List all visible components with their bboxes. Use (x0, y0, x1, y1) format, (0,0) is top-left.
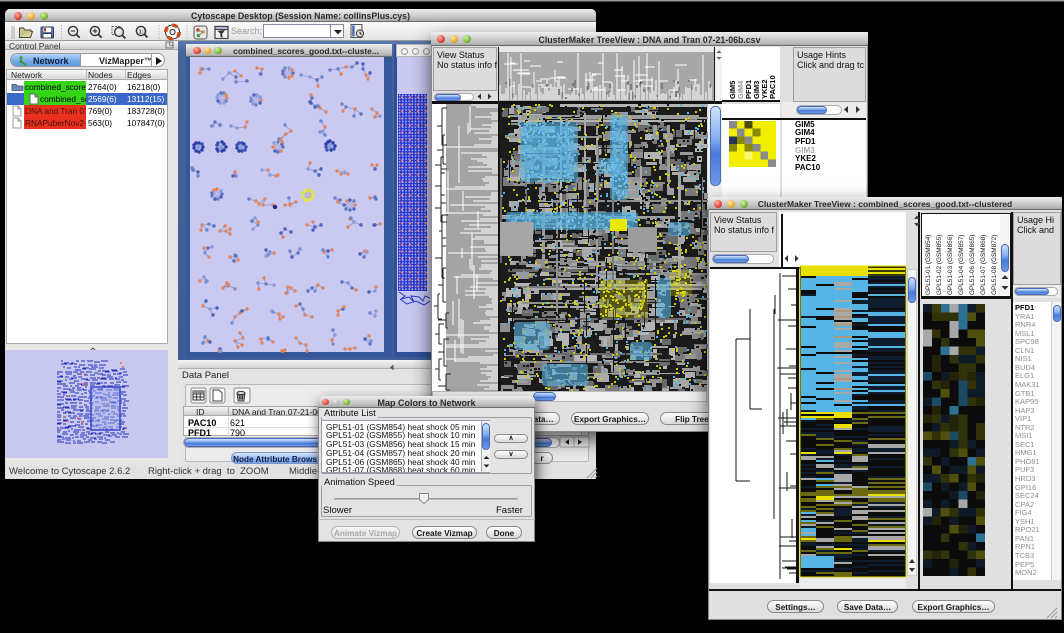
svg-text:PAC10: PAC10 (768, 75, 777, 99)
svg-text:GPL51-06 (GSM865): GPL51-06 (GSM865) (969, 235, 976, 295)
svg-text:GPL51-07 (GSM868): GPL51-07 (GSM868) (980, 235, 987, 295)
svg-text:1:1: 1:1 (139, 30, 147, 36)
svg-text:GPL51-03 (GSM856): GPL51-03 (GSM856) (947, 235, 954, 295)
svg-text:GPL51-01 (GSM854): GPL51-01 (GSM854) (925, 235, 932, 295)
svg-text:GPL51-04 (GSM857): GPL51-04 (GSM857) (958, 235, 965, 295)
svg-text:GPL51-02 (GSM855): GPL51-02 (GSM855) (936, 235, 943, 295)
svg-text:GPL51-08 (GSM872): GPL51-08 (GSM872) (991, 235, 998, 295)
